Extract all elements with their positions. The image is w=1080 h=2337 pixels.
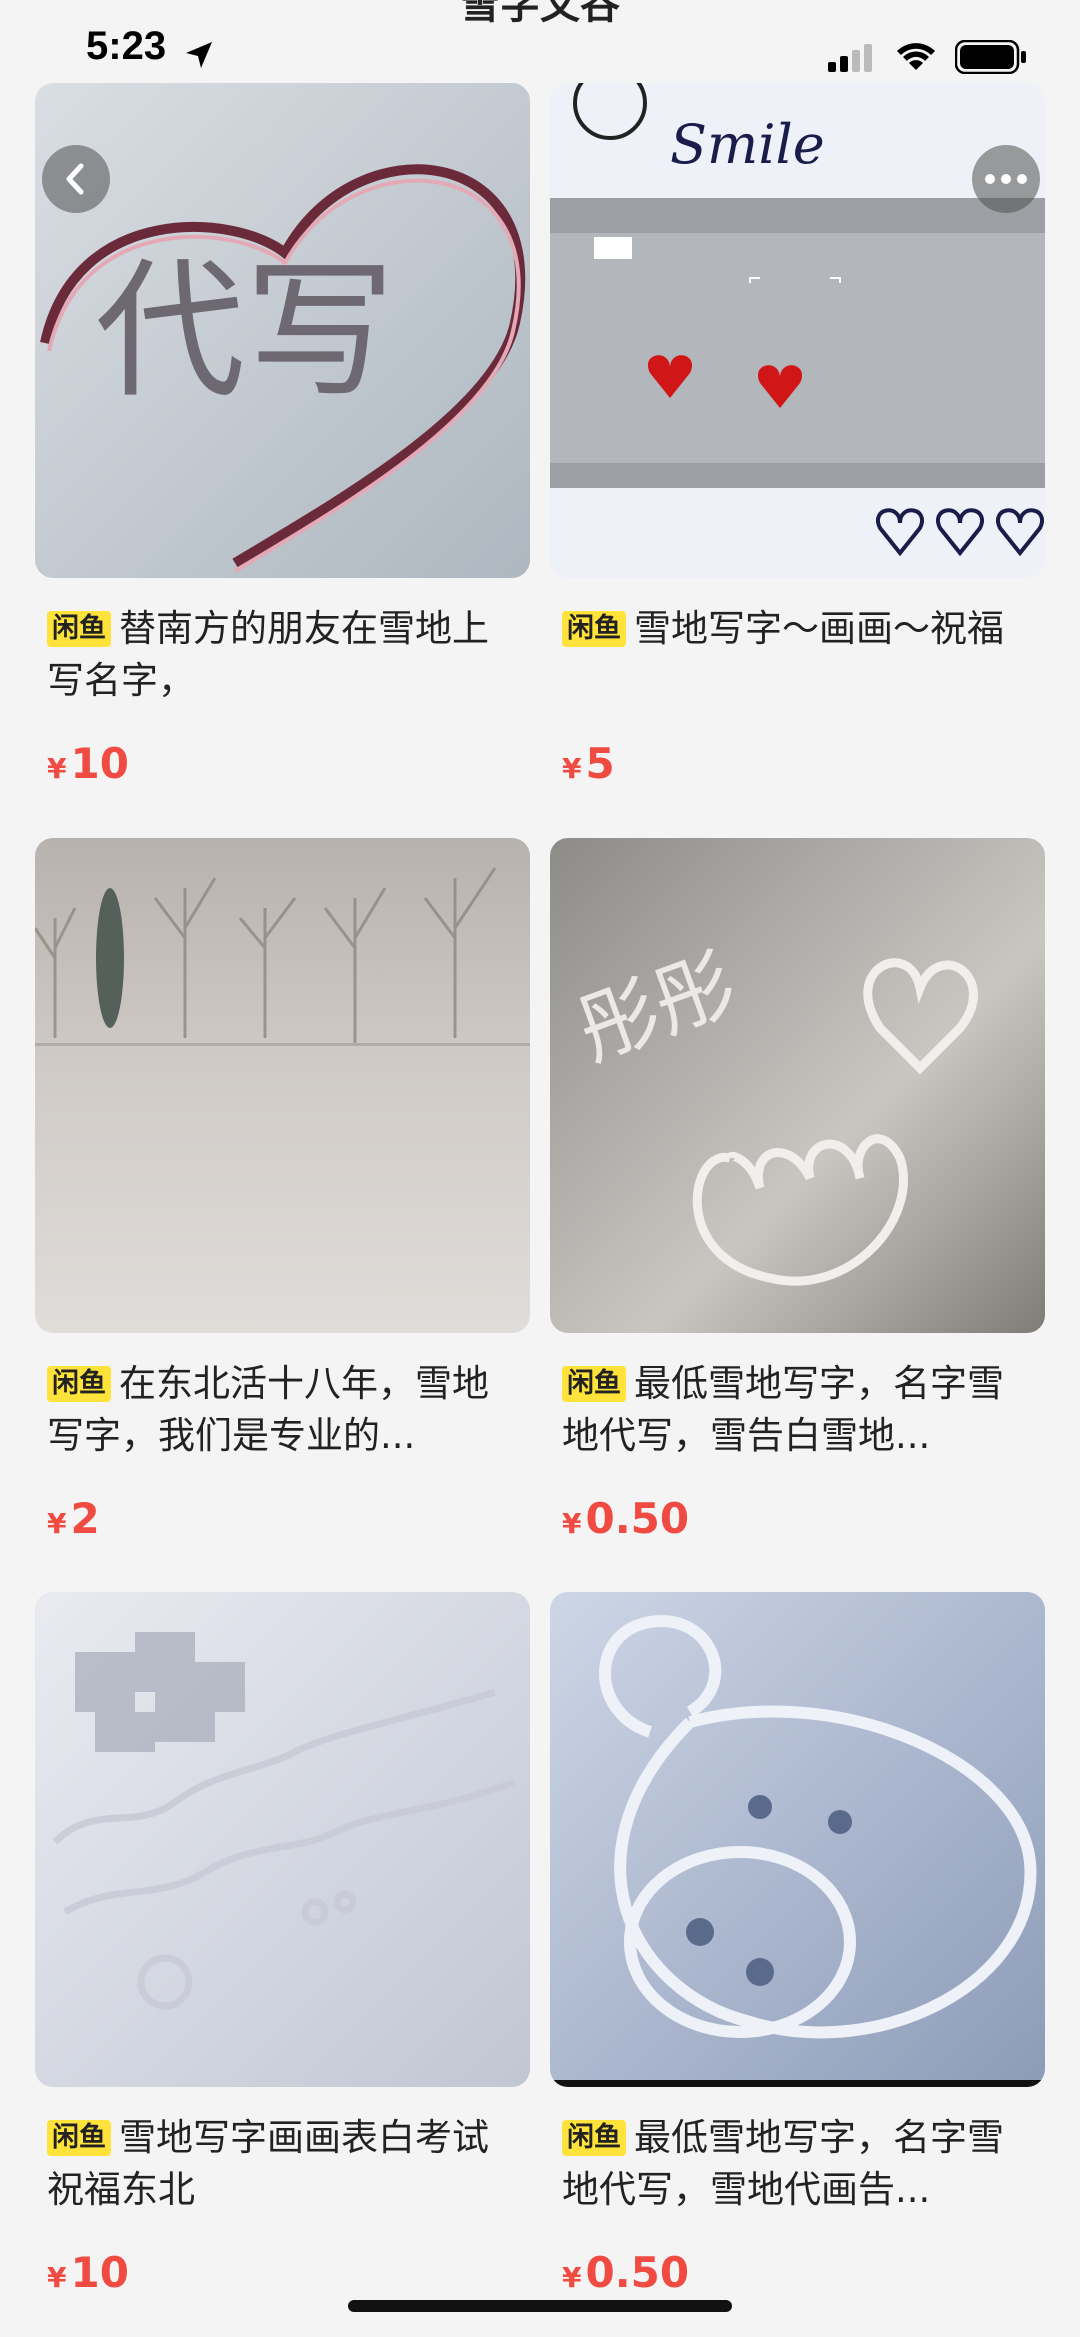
product-price: ¥10 (47, 2248, 129, 2297)
xianyu-badge: 闲鱼 (47, 2120, 111, 2156)
wifi-icon (897, 43, 935, 70)
product-title-text: 雪地写字～画画～祝福 (634, 607, 1004, 650)
product-title: 闲鱼 替南方的朋友在雪地上写名字， (47, 603, 517, 707)
product-image[interactable]: Smile (550, 83, 1045, 578)
battery-icon (955, 40, 1026, 74)
product-title-text: 在东北活十八年，雪地写字，我们是专业的... (47, 1362, 489, 1457)
product-title: 闲鱼 雪地写字～画画～祝福 (562, 603, 1032, 655)
signal-icon (828, 44, 872, 72)
product-price: ¥5 (562, 739, 615, 788)
currency-symbol: ¥ (47, 1507, 67, 1540)
product-title: 闲鱼 最低雪地写字，名字雪地代写，雪告白雪地... (562, 1358, 1032, 1462)
product-price: ¥0.50 (562, 2248, 689, 2297)
product-price: ¥0.50 (562, 1494, 689, 1543)
xianyu-badge: 闲鱼 (562, 611, 626, 647)
price-value: 10 (70, 2248, 129, 2297)
product-price: ¥2 (47, 1494, 100, 1543)
image-text: Smile (670, 113, 825, 176)
more-dots-icon (985, 174, 1027, 184)
currency-symbol: ¥ (562, 2261, 582, 2294)
product-title-text: 替南方的朋友在雪地上写名字， (47, 607, 489, 702)
product-title: 闲鱼 雪地写字画画表白考试祝福东北 (47, 2112, 517, 2216)
product-title-text: 最低雪地写字，名字雪地代写，雪告白雪地... (562, 1362, 1004, 1457)
xianyu-badge: 闲鱼 (47, 611, 111, 647)
location-arrow-icon (186, 42, 212, 68)
back-chevron-icon (66, 163, 84, 195)
product-title: 闲鱼 在东北活十八年，雪地写字，我们是专业的... (47, 1358, 517, 1462)
status-bar: 5:23 (0, 0, 1080, 84)
currency-symbol: ¥ (47, 2261, 67, 2294)
home-indicator[interactable] (348, 2300, 732, 2312)
xianyu-badge: 闲鱼 (562, 2120, 626, 2156)
xianyu-badge: 闲鱼 (562, 1366, 626, 1402)
status-time: 5:23 (86, 24, 167, 68)
product-image[interactable] (550, 1592, 1045, 2087)
currency-symbol: ¥ (562, 752, 582, 785)
product-price: ¥10 (47, 739, 129, 788)
product-title: 闲鱼 最低雪地写字，名字雪地代写，雪地代画告... (562, 2112, 1032, 2216)
currency-symbol: ¥ (562, 1507, 582, 1540)
currency-symbol: ¥ (47, 752, 67, 785)
product-image[interactable] (35, 1592, 530, 2087)
price-value: 2 (70, 1494, 100, 1543)
price-value: 0.50 (585, 1494, 690, 1543)
product-image[interactable] (35, 838, 530, 1333)
more-button[interactable] (972, 145, 1040, 213)
price-value: 5 (585, 739, 615, 788)
product-image[interactable]: 代写 (35, 83, 530, 578)
price-value: 0.50 (585, 2248, 690, 2297)
back-button[interactable] (42, 145, 110, 213)
product-title-text: 最低雪地写字，名字雪地代写，雪地代画告... (562, 2116, 1004, 2211)
price-value: 10 (70, 739, 129, 788)
image-text: 代写 (95, 245, 395, 419)
product-image[interactable]: 彤彤 (550, 838, 1045, 1333)
xianyu-badge: 闲鱼 (47, 1366, 111, 1402)
product-title-text: 雪地写字画画表白考试祝福东北 (47, 2116, 489, 2211)
